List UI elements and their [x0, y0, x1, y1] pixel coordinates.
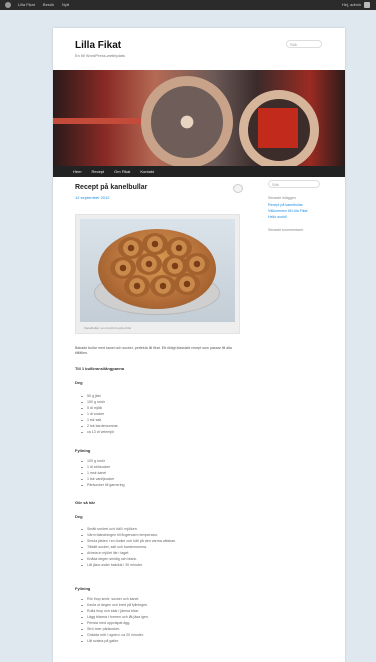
bun: [150, 275, 176, 297]
site-title[interactable]: Lilla Fikat: [75, 40, 121, 51]
bun: [174, 273, 200, 295]
section-heading: Fyllning: [75, 586, 91, 591]
section-heading: Gör så här: [75, 500, 96, 505]
list-item: ca 13 dl vetemjöl: [81, 429, 118, 435]
recipe-photo[interactable]: [80, 219, 235, 322]
header-search-input[interactable]: Sök: [286, 40, 322, 48]
header-image-rod: [53, 118, 153, 124]
sidebar-recent-link[interactable]: Recept på kanelbullar: [268, 203, 303, 207]
admin-bar: Lilla Fikat Besök Nytt Hej, admin: [0, 0, 376, 10]
nav-item-recipes[interactable]: Recept: [91, 169, 104, 174]
entry-title[interactable]: Recept på kanelbullar: [75, 184, 147, 191]
entry-date[interactable]: 12 september 2012: [75, 195, 109, 200]
entry-intro: Bakade bullar med kanel och socker, perf…: [75, 346, 232, 355]
instruction-list: Rör ihop smör, socker och kanel. Kavla u…: [81, 596, 149, 644]
section-heading: Till 1 bullkrans/långpanna: [75, 366, 125, 371]
main-navigation: Hem Recept Om Fikat Kontakt: [53, 166, 345, 177]
avatar[interactable]: [364, 2, 370, 8]
admin-bar-item-site[interactable]: Lilla Fikat: [14, 0, 39, 10]
comment-bubble-icon[interactable]: [233, 184, 243, 193]
nav-item-contact[interactable]: Kontakt: [140, 169, 154, 174]
bun: [184, 253, 210, 275]
admin-bar-greeting[interactable]: Hej, admin: [342, 0, 361, 10]
section-subheading: Deg: [75, 514, 83, 519]
bun: [136, 253, 162, 275]
sidebar-recent-heading: Senaste inläggen: [268, 196, 296, 200]
header-image[interactable]: [53, 70, 345, 166]
section-heading: Fyllning: [75, 448, 91, 453]
admin-bar-item-new[interactable]: Nytt: [58, 0, 73, 10]
admin-bar-item-visit[interactable]: Besök: [39, 0, 58, 10]
page-container: Lilla Fikat En till WordPress-webbplats …: [53, 28, 345, 662]
sidebar-search-input[interactable]: Sök: [268, 180, 320, 188]
list-item: Låt jäsa under bakduk i 30 minuter.: [81, 562, 176, 568]
site-description: En till WordPress-webbplats: [75, 53, 125, 58]
nav-item-home[interactable]: Hem: [73, 169, 81, 174]
ingredient-list: 50 g jäst 150 g smör 5 dl mjölk 1 dl soc…: [81, 393, 118, 435]
admin-bar-account[interactable]: Hej, admin: [342, 0, 376, 10]
sidebar-recent-link[interactable]: Välkommen till Lilla Fikat: [268, 209, 308, 213]
sidebar-recent-link[interactable]: Hello world!: [268, 215, 287, 219]
bun: [142, 233, 168, 255]
image-caption: Kanelbullar i en rund form på ett fat: [84, 326, 131, 330]
nav-item-about[interactable]: Om Fikat: [114, 169, 130, 174]
list-item: Pärlsocker till garnering: [81, 482, 125, 488]
header-image-wheel: [141, 76, 233, 166]
list-item: Låt svalna på galler.: [81, 638, 149, 644]
section-subheading: Deg: [75, 380, 83, 385]
wordpress-icon[interactable]: [5, 2, 11, 8]
bun: [124, 275, 150, 297]
header-image-red-object: [258, 108, 298, 148]
ingredient-list: 100 g smör 1 dl strösocker 1 msk kanel 1…: [81, 458, 125, 488]
recipe-image-frame: Kanelbullar i en rund form på ett fat: [75, 214, 240, 334]
instruction-list: Smält smöret och häll i mjölken. Värm bl…: [81, 526, 176, 568]
sidebar-comments-heading: Senaste kommentarer: [268, 228, 304, 232]
